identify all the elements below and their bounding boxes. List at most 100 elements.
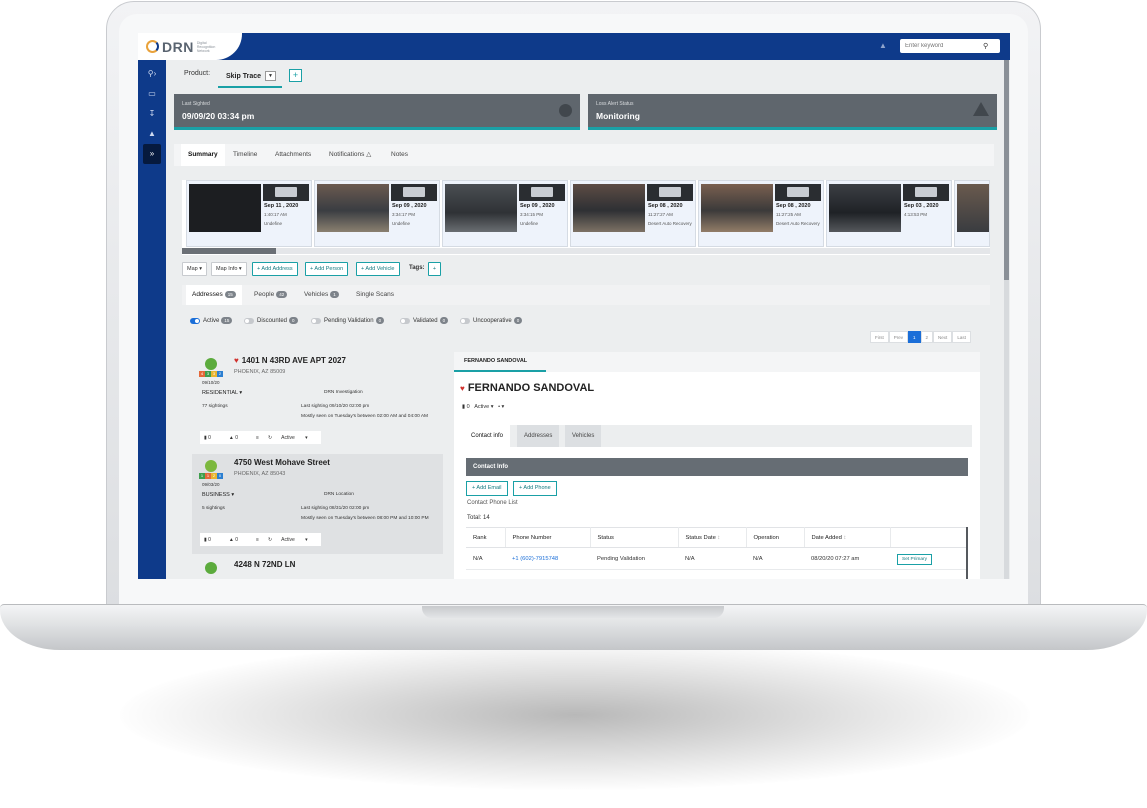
main-scrollbar[interactable] [1004,60,1009,579]
address-type-dropdown[interactable]: RESIDENTIAL ▾ [202,390,242,396]
address-title: 4750 West Mohave Street [234,458,330,467]
bell-icon[interactable]: ▲ [879,41,887,50]
column-header[interactable]: Phone Number [505,527,591,548]
note-icon[interactable]: ▮ 0 [462,404,470,410]
pager-prev[interactable]: Prev [888,331,909,343]
add-vehicle-button[interactable]: + Add Vehicle [356,262,400,276]
pager-last[interactable]: Last [952,331,971,343]
car-icon[interactable]: ▭ [138,84,166,104]
logo-text: DRN [162,38,194,55]
heart-icon[interactable]: ♥ [460,384,465,393]
last-sighted-value: 09/09/20 03:34 pm [182,111,255,121]
toggle-switch[interactable] [311,317,321,324]
filter-pending-validation[interactable]: Pending Validation 0 [311,317,385,324]
search-input[interactable] [905,43,983,49]
note-count: 0 [208,434,211,441]
download-icon[interactable]: ↧ [138,104,166,124]
gallery-scroll-thumb[interactable] [182,248,276,254]
pager-first[interactable]: First [870,331,889,343]
double-chevron-right-icon[interactable]: » [143,144,161,164]
sort-icon[interactable]: ↕ [717,535,720,541]
tab-single-scans[interactable]: Single Scans [350,285,400,305]
person-status-dropdown[interactable]: Active ▾ [474,404,493,410]
column-header[interactable]: Date Added ↕ [804,527,891,548]
loss-alert-value: Monitoring [596,111,640,121]
sighting-card[interactable]: Sep 08 , 2020 11:27:27 AM Desert Auto Re… [570,180,696,247]
sighting-card[interactable]: Sep 09 , 2020 3:34:17 PM Undefine [314,180,440,247]
set-primary-button[interactable]: Set Primary [897,553,933,565]
tab-timeline[interactable]: Timeline [226,144,264,166]
sort-icon[interactable]: ↕ [843,535,846,541]
filter-validated[interactable]: Validated 0 [400,317,449,324]
refresh-icon[interactable]: ↻ [268,537,272,543]
sighting-card[interactable]: Sep 09 , 2020 3:34:15 PM Undefine [442,180,568,247]
tab-summary[interactable]: Summary [181,144,225,166]
filter-active[interactable]: Active 15 [190,317,233,324]
sighting-card[interactable]: Sep 08 , 2020 11:27:25 AM Desert Auto Re… [698,180,824,247]
more-dropdown[interactable]: • ▾ [498,404,504,410]
person-tabs: Contact info Addresses Vehicles [464,425,972,447]
tab-person-vehicles[interactable]: Vehicles [565,425,602,447]
address-type-dropdown[interactable]: BUSINESS ▾ [202,492,234,498]
gallery-scrollbar[interactable] [182,248,990,254]
tab-attachments[interactable]: Attachments [268,144,318,166]
sighting-card[interactable]: Sep 11 , 2020 1:40:17 AM Undefine [186,180,312,247]
toggle-switch[interactable] [460,317,470,324]
product-selector[interactable]: Skip Trace ▼ [218,66,282,88]
tab-contact-info[interactable]: Contact info [464,425,511,447]
note-icon[interactable]: ▮ 0 [204,537,220,543]
status-dropdown[interactable]: Active ▾ [281,435,308,441]
filter-discounted[interactable]: Discounted 0 [244,317,298,324]
filter-uncooperative[interactable]: Uncooperative 0 [460,317,523,324]
column-header[interactable]: Status Date ↕ [678,527,747,548]
heart-icon[interactable]: ♥ [234,356,239,365]
drn-logo[interactable]: DRN Digital Recognition Network [138,33,242,60]
menu-icon[interactable]: ≡ [256,435,259,441]
address-card[interactable]: 1120 09/03/20 4750 West Mohave Street PH… [192,454,443,554]
menu-icon[interactable]: ≡ [256,537,259,543]
pager-next[interactable]: Next [933,331,953,343]
add-product-button[interactable]: + [289,69,302,82]
tab-person-addresses[interactable]: Addresses [517,425,560,447]
address-card[interactable]: 4332 09/10/20 ♥ 1401 N 43RD AVE APT 2027 … [192,352,443,452]
toggle-switch[interactable] [244,317,254,324]
tab-people[interactable]: People 42 [248,285,293,305]
column-header[interactable]: Status [590,527,679,548]
search-arrow-icon[interactable]: ⚲› [138,64,166,84]
cell-phone[interactable]: +1 (602)-7915748 [505,547,590,570]
address-card[interactable]: 4248 N 72ND LN [192,556,443,579]
magnifier-icon[interactable]: ⚲ [983,42,988,50]
pager-page-2[interactable]: 2 [920,331,934,343]
note-icon[interactable]: ▮ 0 [204,435,220,441]
sighting-time: 3:34:15 PM [520,212,544,217]
main-scroll-thumb[interactable] [1004,60,1009,280]
tab-notes[interactable]: Notes [384,144,415,166]
tab-addresses[interactable]: Addresses 15 [186,285,242,305]
add-email-button[interactable]: + Add Email [466,481,508,496]
add-phone-button[interactable]: + Add Phone [513,481,557,496]
column-header[interactable]: Operation [746,527,805,548]
sighting-card[interactable]: Sep 03 , 2020 4:13:53 PM [826,180,952,247]
toggle-switch[interactable] [400,317,410,324]
add-tag-button[interactable]: + [428,262,441,276]
sighting-card[interactable] [954,180,990,247]
toggle-switch[interactable] [190,317,200,324]
alert-icon[interactable]: ▲ 0 [229,537,247,543]
add-person-button[interactable]: + Add Person [305,262,349,276]
bell-icon[interactable]: ▲ [138,124,166,144]
alert-icon[interactable]: ▲ 0 [229,435,247,441]
column-header[interactable]: Rank [466,527,506,548]
phone-link[interactable]: +1 (602)-7915748 [512,556,558,562]
add-address-button[interactable]: + Add Address [252,262,298,276]
tab-notifications[interactable]: Notifications △ [322,144,378,166]
tab-vehicles[interactable]: Vehicles 1 [298,285,345,305]
status-dropdown[interactable]: Active ▾ [281,537,308,543]
count-badge: 0 [439,317,449,324]
map-info-button[interactable]: Map Info ▾ [211,262,247,276]
logo-mark-icon [146,40,159,53]
refresh-icon[interactable]: ↻ [268,435,272,441]
person-tab[interactable]: FERNANDO SANDOVAL [454,352,546,372]
chevron-down-icon[interactable]: ▼ [265,71,277,81]
pager-page-1[interactable]: 1 [908,331,921,343]
map-button[interactable]: Map ▾ [182,262,207,276]
